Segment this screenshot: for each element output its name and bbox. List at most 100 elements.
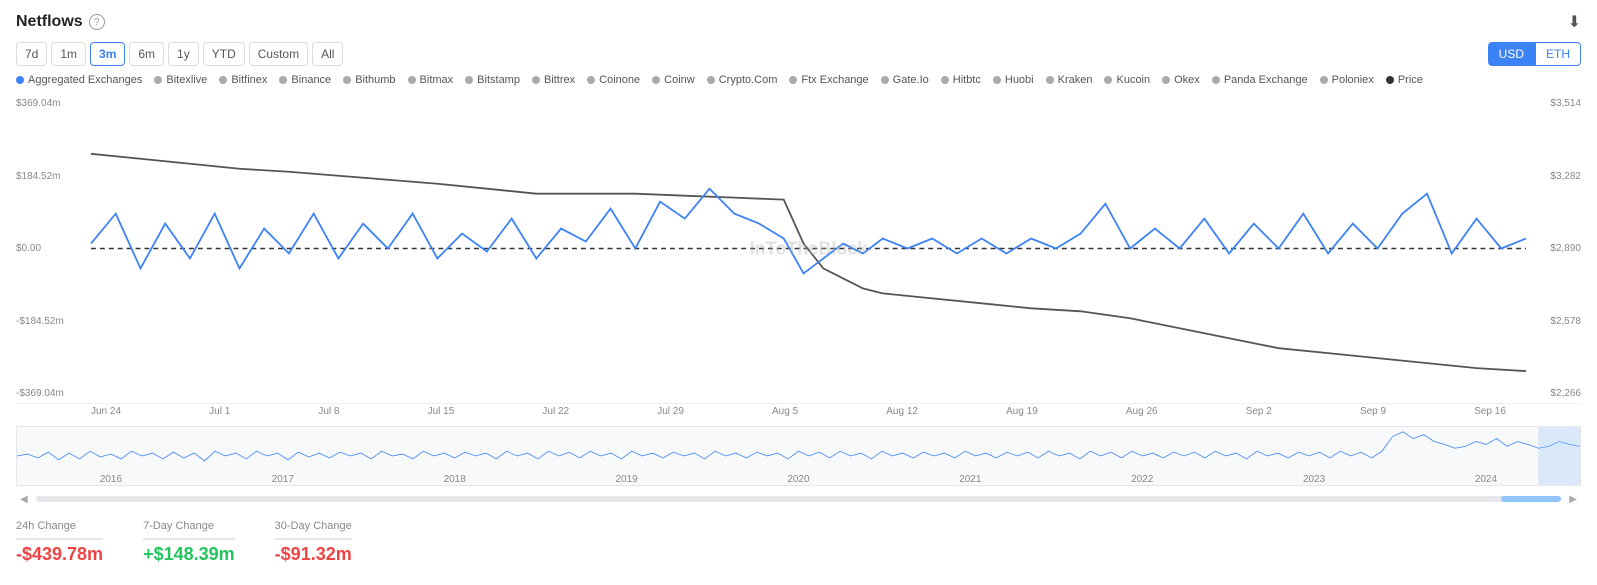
x-label: Sep 16 (1474, 406, 1506, 422)
currency-btn-usd[interactable]: USD (1488, 42, 1535, 66)
stat-label: 7-Day Change (143, 520, 235, 532)
currency-toggle: USDETH (1488, 42, 1581, 66)
stats-row: 24h Change-$439.78m 7-Day Change+$148.39m… (16, 508, 1581, 565)
legend-dot (707, 76, 715, 84)
legend-item-kraken: Kraken (1046, 74, 1093, 86)
legend-item-poloniex: Poloniex (1320, 74, 1374, 86)
mini-x-label: 2017 (272, 474, 294, 485)
legend-dot (16, 76, 24, 84)
scroll-bar[interactable] (36, 496, 1562, 502)
legend-label: Kucoin (1116, 74, 1150, 86)
legend-label: Bithumb (355, 74, 395, 86)
download-icon[interactable]: ⬇ (1568, 12, 1581, 32)
scroll-bar-row[interactable]: ◀ ▶ (16, 490, 1581, 508)
legend-item-crypto-com: Crypto.Com (707, 74, 778, 86)
currency-btn-eth[interactable]: ETH (1535, 42, 1581, 66)
legend-item-bitstamp: Bitstamp (465, 74, 520, 86)
y-label-right: $2,578 (1526, 316, 1581, 327)
legend-item-binance: Binance (279, 74, 331, 86)
stat-divider (275, 538, 352, 540)
y-label-left: -$184.52m (16, 316, 91, 327)
legend-dot (1212, 76, 1220, 84)
x-label: Aug 5 (772, 406, 798, 422)
legend-dot (1046, 76, 1054, 84)
stat-value: -$439.78m (16, 544, 103, 565)
x-label: Sep 2 (1246, 406, 1272, 422)
x-label: Jul 8 (318, 406, 339, 422)
stat-label: 30-Day Change (275, 520, 352, 532)
legend-label: Bitexlive (166, 74, 207, 86)
main-chart: $369.04m$184.52m$0.00-$184.52m-$369.04m … (16, 94, 1581, 404)
mini-x-label: 2023 (1303, 474, 1325, 485)
stat-divider (143, 538, 235, 540)
legend-item-hitbtc: Hitbtc (941, 74, 981, 86)
y-label-left: $0.00 (16, 243, 91, 254)
legend-dot (465, 76, 473, 84)
y-label-right: $3,282 (1526, 171, 1581, 182)
legend-label: Bitstamp (477, 74, 520, 86)
legend-dot (343, 76, 351, 84)
chart-legend: Aggregated Exchanges Bitexlive Bitfinex Bin… (16, 74, 1581, 86)
stat-item: 24h Change-$439.78m (16, 520, 103, 565)
legend-dot (219, 76, 227, 84)
help-icon[interactable]: ? (89, 14, 105, 30)
page-title: Netflows (16, 13, 83, 31)
x-label: Jul 1 (209, 406, 230, 422)
legend-dot (941, 76, 949, 84)
legend-label: Coinone (599, 74, 640, 86)
mini-x-label: 2020 (787, 474, 809, 485)
y-label-left: $369.04m (16, 98, 91, 109)
mini-x-axis: 201620172018201920202021202220232024 (17, 474, 1580, 485)
stat-item: 30-Day Change-$91.32m (275, 520, 352, 565)
legend-label: Bitmax (420, 74, 454, 86)
x-label: Sep 9 (1360, 406, 1386, 422)
legend-item-ftx-exchange: Ftx Exchange (789, 74, 868, 86)
legend-dot (1104, 76, 1112, 84)
legend-label: Coinw (664, 74, 695, 86)
legend-label: Binance (291, 74, 331, 86)
mini-x-label: 2018 (444, 474, 466, 485)
time-filter-group: 7d1m3m6m1yYTDCustomAll (16, 42, 343, 66)
legend-label: Bittrex (544, 74, 575, 86)
legend-item-bithumb: Bithumb (343, 74, 395, 86)
time-btn-7d[interactable]: 7d (16, 42, 47, 66)
mini-x-label: 2016 (100, 474, 122, 485)
legend-dot (279, 76, 287, 84)
mini-x-label: 2024 (1475, 474, 1497, 485)
legend-dot (532, 76, 540, 84)
mini-x-label: 2022 (1131, 474, 1153, 485)
time-btn-6m[interactable]: 6m (129, 42, 164, 66)
y-axis-right: $3,514$3,282$2,890$2,578$2,266 (1526, 94, 1581, 403)
stat-item: 7-Day Change+$148.39m (143, 520, 235, 565)
x-label: Aug 19 (1006, 406, 1038, 422)
legend-dot (154, 76, 162, 84)
legend-item-okex: Okex (1162, 74, 1200, 86)
legend-label: Crypto.Com (719, 74, 778, 86)
legend-label: Panda Exchange (1224, 74, 1308, 86)
legend-label: Bitfinex (231, 74, 267, 86)
x-label: Aug 26 (1126, 406, 1158, 422)
legend-item-bitexlive: Bitexlive (154, 74, 207, 86)
legend-item-bitmax: Bitmax (408, 74, 454, 86)
legend-item-aggregated-exchanges: Aggregated Exchanges (16, 74, 142, 86)
legend-item-kucoin: Kucoin (1104, 74, 1150, 86)
mini-chart[interactable]: 201620172018201920202021202220232024 (16, 426, 1581, 486)
legend-label: Price (1398, 74, 1423, 86)
legend-dot (881, 76, 889, 84)
time-btn-3m[interactable]: 3m (90, 42, 125, 66)
legend-label: Poloniex (1332, 74, 1374, 86)
time-btn-1m[interactable]: 1m (51, 42, 86, 66)
legend-item-bitfinex: Bitfinex (219, 74, 267, 86)
time-btn-custom[interactable]: Custom (249, 42, 308, 66)
legend-label: Huobi (1005, 74, 1034, 86)
time-btn-ytd[interactable]: YTD (203, 42, 245, 66)
scroll-thumb[interactable] (1501, 496, 1561, 502)
x-label: Jul 29 (657, 406, 684, 422)
y-axis-left: $369.04m$184.52m$0.00-$184.52m-$369.04m (16, 94, 91, 403)
time-btn-1y[interactable]: 1y (168, 42, 199, 66)
time-btn-all[interactable]: All (312, 42, 343, 66)
legend-label: Kraken (1058, 74, 1093, 86)
y-label-right: $3,514 (1526, 98, 1581, 109)
y-label-left: -$369.04m (16, 388, 91, 399)
x-label: Jul 15 (428, 406, 455, 422)
